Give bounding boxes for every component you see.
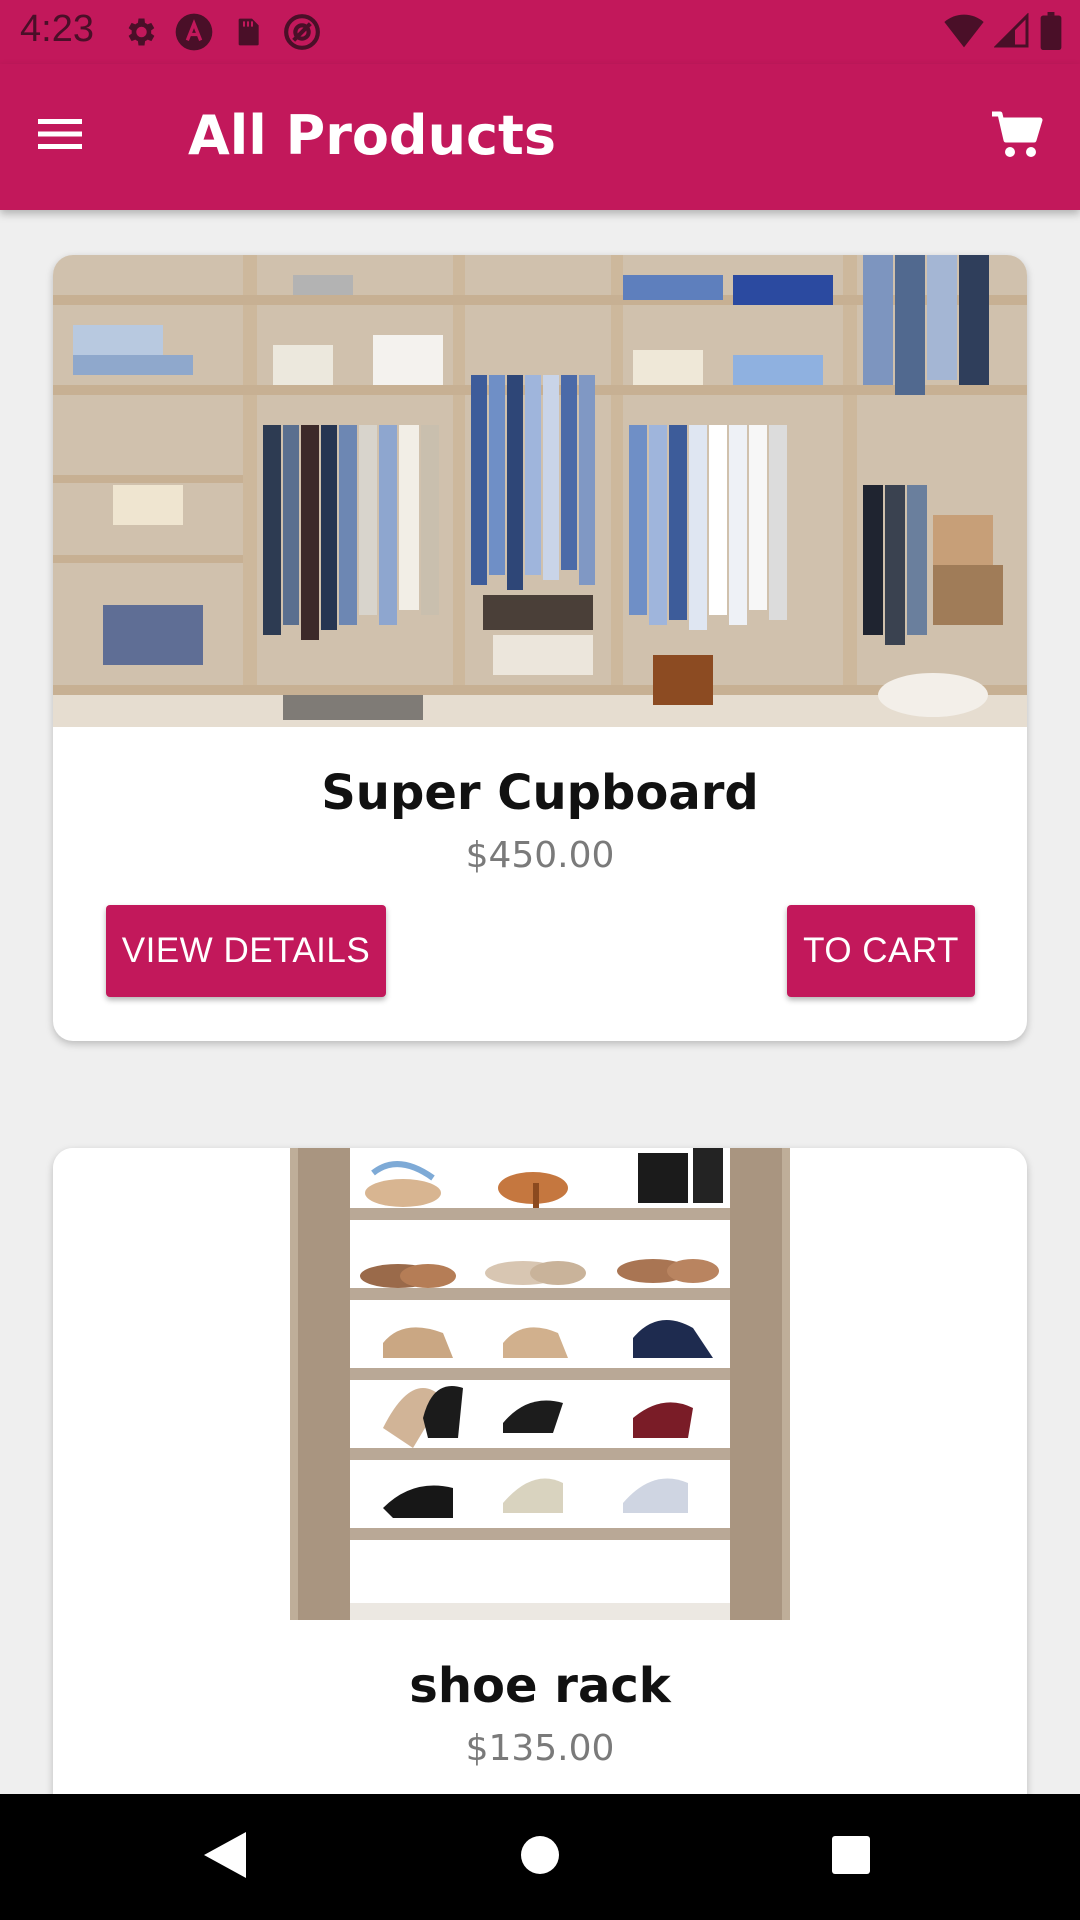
home-button[interactable] bbox=[507, 1824, 573, 1890]
cellular-signal-icon bbox=[993, 12, 1030, 54]
back-button[interactable] bbox=[192, 1824, 258, 1890]
add-to-cart-button[interactable]: TO CART bbox=[787, 905, 975, 997]
wifi-icon bbox=[944, 13, 984, 54]
shopping-cart-icon bbox=[990, 110, 1044, 165]
gear-icon bbox=[120, 12, 160, 52]
menu-button[interactable] bbox=[28, 104, 92, 168]
status-time: 4:23 bbox=[20, 8, 94, 50]
app-bar: All Products bbox=[0, 64, 1080, 210]
at-sign-icon bbox=[282, 12, 322, 52]
wardrobe-closet-photo bbox=[53, 255, 1027, 727]
status-icons-right bbox=[944, 12, 1062, 55]
product-card: shoe rack $135.00 bbox=[53, 1148, 1027, 1794]
system-nav-bar bbox=[0, 1794, 1080, 1920]
recent-apps-button[interactable] bbox=[818, 1824, 884, 1890]
product-price: $450.00 bbox=[465, 835, 615, 876]
battery-icon bbox=[1040, 12, 1062, 55]
app-a-icon bbox=[174, 12, 214, 52]
cart-button[interactable] bbox=[982, 102, 1052, 172]
status-icons-left bbox=[120, 12, 322, 52]
page-title: All Products bbox=[188, 104, 556, 167]
product-list[interactable]: Super Cupboard $450.00 VIEW DETAILS TO C… bbox=[0, 210, 1080, 1794]
sd-card-icon bbox=[228, 12, 268, 52]
shoe-rack-photo bbox=[53, 1148, 1027, 1620]
recent-apps-icon bbox=[831, 1835, 871, 1880]
product-card: Super Cupboard $450.00 VIEW DETAILS TO C… bbox=[53, 255, 1027, 1041]
screen: 4:23 All Products Super Cupboard $450.00… bbox=[0, 0, 1080, 1920]
product-name: Super Cupboard bbox=[321, 765, 759, 821]
product-name: shoe rack bbox=[409, 1658, 671, 1714]
back-icon bbox=[202, 1830, 248, 1885]
product-price: $135.00 bbox=[465, 1728, 615, 1769]
view-details-button[interactable]: VIEW DETAILS bbox=[106, 905, 386, 997]
home-icon bbox=[519, 1834, 561, 1881]
hamburger-menu-icon bbox=[38, 117, 82, 156]
status-bar: 4:23 bbox=[0, 0, 1080, 64]
